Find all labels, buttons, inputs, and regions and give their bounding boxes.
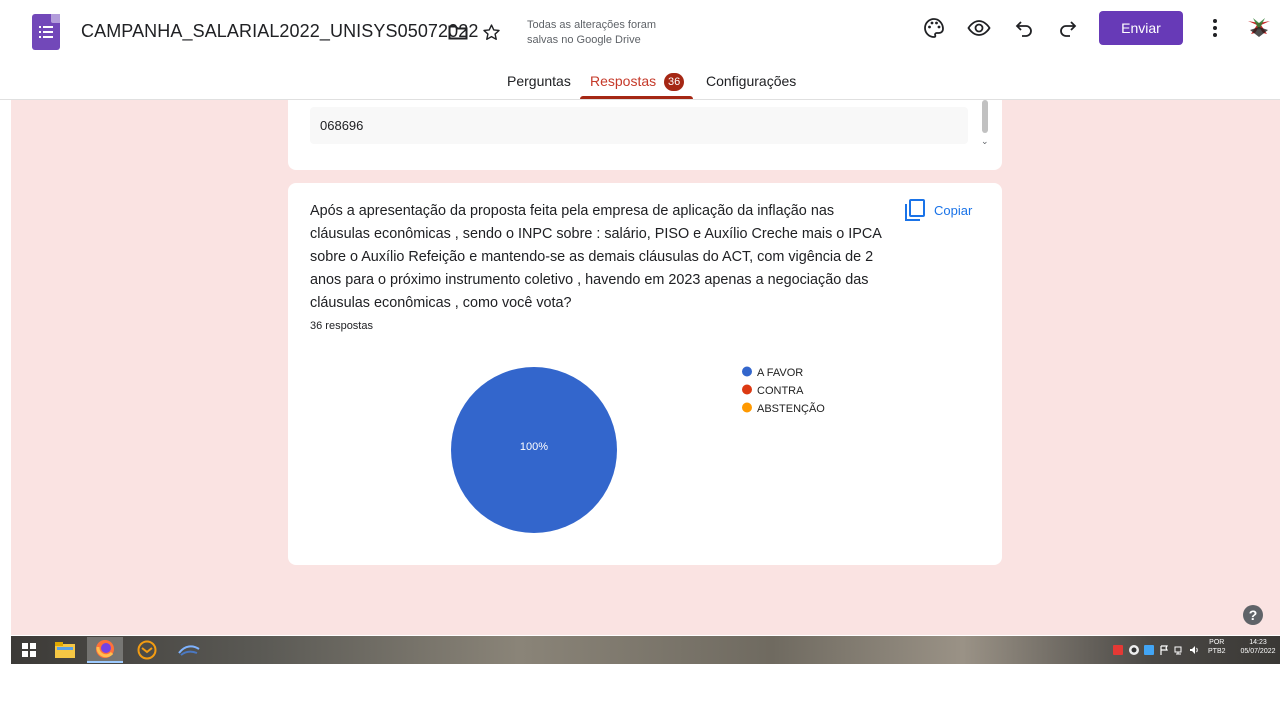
copy-chart-button[interactable]: Copiar <box>905 199 972 221</box>
clock-date: 05/07/2022 <box>1240 648 1276 655</box>
app-header: CAMPANHA_SALARIAL2022_UNISYS05072022 Tod… <box>0 0 1280 100</box>
language-code: POR <box>1209 639 1225 646</box>
antivirus-tray-icon[interactable] <box>1113 645 1123 655</box>
file-explorer-icon[interactable] <box>47 637 83 663</box>
response-count: 36 respostas <box>310 320 373 332</box>
form-title[interactable]: CAMPANHA_SALARIAL2022_UNISYS05072022 <box>81 21 479 42</box>
legend-swatch-2 <box>742 402 752 413</box>
scroll-down-icon[interactable]: ⌄ <box>981 136 989 147</box>
send-button[interactable]: Enviar <box>1099 11 1183 45</box>
legend-swatch-1 <box>742 384 752 395</box>
star-icon[interactable] <box>481 22 502 43</box>
palette-icon[interactable] <box>922 16 946 40</box>
redo-icon[interactable] <box>1056 16 1080 40</box>
keyboard-layout: PTB2 <box>1208 648 1226 655</box>
tab-responses[interactable]: Respostas 36 <box>590 73 685 91</box>
pie-chart: 100% A FAVOR CONTRA ABSTENÇÃO <box>451 366 825 533</box>
tab-settings[interactable]: Configurações <box>706 73 796 89</box>
network-app-tray-icon[interactable] <box>1144 645 1154 655</box>
google-forms-logo-icon[interactable] <box>32 14 60 50</box>
tab-questions[interactable]: Perguntas <box>507 73 571 89</box>
pie-slice-label: 100% <box>520 441 548 453</box>
copy-label: Copiar <box>934 202 973 218</box>
flag-tray-icon[interactable] <box>1159 645 1169 655</box>
question-text: Após a apresentação da proposta feita pe… <box>310 203 882 311</box>
preview-eye-icon[interactable] <box>967 16 991 40</box>
firefox-icon[interactable] <box>87 637 123 663</box>
legend-label-2: ABSTENÇÃO <box>757 402 825 415</box>
undo-icon[interactable] <box>1012 16 1036 40</box>
svg-text:?: ? <box>1249 607 1258 623</box>
avatar[interactable] <box>1244 12 1274 42</box>
mail-app-icon[interactable] <box>129 637 165 663</box>
save-status: Todas as alterações foram salvas no Goog… <box>527 19 657 46</box>
more-vert-icon[interactable] <box>1205 16 1225 40</box>
clock-time: 14:23 <box>1249 639 1267 646</box>
active-tab-indicator <box>580 96 693 99</box>
clock[interactable]: 14:23 05/07/2022 <box>1236 638 1280 656</box>
language-indicator[interactable]: POR PTB2 <box>1208 638 1226 656</box>
answers-scrollbar[interactable] <box>982 100 988 133</box>
legend-swatch-0 <box>742 366 752 377</box>
tab-responses-label: Respostas <box>590 73 657 89</box>
app-tray-icon[interactable] <box>1129 645 1139 655</box>
legend-label-1: CONTRA <box>757 385 804 397</box>
legend-label-0: A FAVOR <box>757 367 803 379</box>
volume-tray-icon[interactable] <box>1189 645 1199 655</box>
responses-count-badge: 36 <box>664 73 685 91</box>
windows-start-icon[interactable] <box>11 637 47 663</box>
virtualbox-icon[interactable] <box>171 637 207 663</box>
answer-item: 068696 <box>310 107 968 144</box>
network-tray-icon[interactable] <box>1174 645 1184 655</box>
help-icon[interactable]: ? <box>1242 604 1264 626</box>
windows-taskbar <box>11 636 1280 664</box>
folder-icon[interactable] <box>448 24 468 41</box>
copy-icon <box>905 199 925 221</box>
